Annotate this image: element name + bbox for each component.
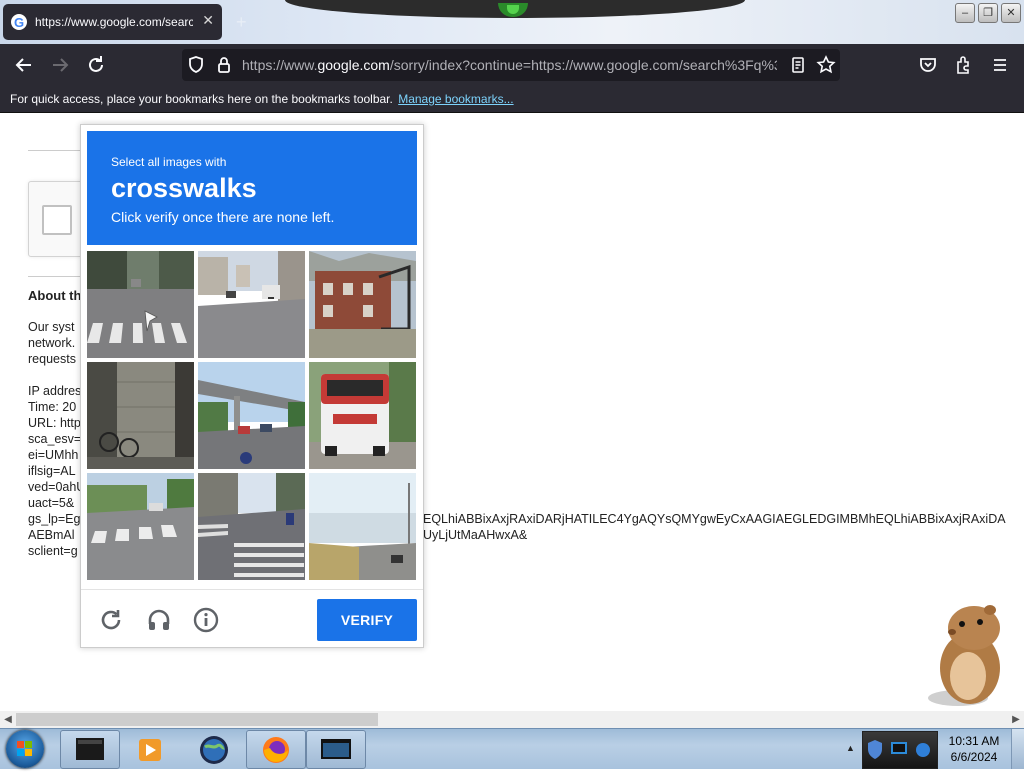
detail-line-9: AEBmAl bbox=[28, 528, 75, 542]
bookmarks-hint: For quick access, place your bookmarks h… bbox=[10, 92, 514, 106]
reload-challenge-icon[interactable] bbox=[97, 606, 125, 634]
street-traffic-tile[interactable] bbox=[198, 251, 305, 358]
detail-line-3: sca_esv= bbox=[28, 432, 82, 446]
new-tab-button[interactable]: + bbox=[236, 12, 247, 33]
detail-line-4: ei=UMhh bbox=[28, 448, 79, 462]
show-desktop-button[interactable] bbox=[1011, 729, 1024, 769]
road-crosswalk-tile[interactable] bbox=[87, 473, 194, 580]
recaptcha-checkbox[interactable] bbox=[42, 205, 72, 235]
taskbar-clock[interactable]: 10:31 AM 6/6/2024 bbox=[938, 733, 1010, 765]
body-line-0: Our syst bbox=[28, 320, 75, 334]
red-house-tile[interactable] bbox=[309, 251, 416, 358]
bookmarks-hint-text: For quick access, place your bookmarks h… bbox=[10, 92, 393, 106]
scroll-left-icon[interactable]: ◀ bbox=[0, 711, 16, 728]
horizontal-scrollbar[interactable]: ◀ ▶ bbox=[0, 711, 1024, 728]
url-prefix: https://www. bbox=[242, 57, 318, 73]
hamburger-menu-icon[interactable] bbox=[988, 53, 1012, 77]
detail-line-8: gs_lp=Eg bbox=[28, 512, 81, 526]
street-crosswalk-tile[interactable] bbox=[87, 251, 194, 358]
verify-button[interactable]: VERIFY bbox=[317, 599, 417, 641]
browser-tab-bar: G https://www.google.com/search?q=... ✕ … bbox=[0, 0, 1024, 44]
request-details: IP addres Time: 20 URL: http sca_esv= ei=UMh… bbox=[28, 383, 85, 559]
red-bus-tile[interactable] bbox=[309, 362, 416, 469]
browser-tab-active[interactable]: G https://www.google.com/search?q=... ✕ bbox=[3, 4, 222, 40]
lock-icon[interactable] bbox=[212, 53, 236, 77]
clock-time: 10:31 AM bbox=[948, 734, 1000, 748]
navigation-toolbar: https://www.google.com/sorry/index?conti… bbox=[0, 44, 1024, 86]
detail-line-7: uact=5& bbox=[28, 496, 75, 510]
wall-bicycle-tile[interactable] bbox=[87, 362, 194, 469]
tab-close-icon[interactable]: ✕ bbox=[202, 12, 214, 29]
details-overflow-line-1: EQLhiABBixAxjRAxiDARjHATILEC4YgAQYsQMYgw… bbox=[423, 512, 1006, 526]
info-icon[interactable] bbox=[192, 606, 220, 634]
coastal-road-tile[interactable] bbox=[309, 473, 416, 580]
manage-bookmarks-link[interactable]: Manage bookmarks... bbox=[398, 92, 513, 106]
reader-view-icon[interactable] bbox=[786, 53, 810, 77]
extensions-icon[interactable] bbox=[952, 53, 976, 77]
start-button[interactable] bbox=[6, 730, 44, 768]
detail-line-6: ved=0ahU bbox=[28, 480, 86, 494]
recaptcha-challenge: Select all images with crosswalks Click … bbox=[80, 124, 424, 648]
challenge-header: Select all images with crosswalks Click … bbox=[87, 131, 417, 245]
restore-button[interactable]: ❐ bbox=[978, 3, 998, 23]
svg-text:G: G bbox=[14, 15, 24, 30]
image-grid bbox=[87, 251, 417, 581]
url-path: /sorry/index?continue=https://www.google… bbox=[389, 57, 777, 73]
url-text[interactable]: https://www.google.com/sorry/index?conti… bbox=[242, 57, 777, 73]
details-overflow-line-2: UyLjUtMaAHwxA& bbox=[423, 528, 528, 542]
scrollbar-thumb[interactable] bbox=[16, 713, 378, 726]
clock-date: 6/6/2024 bbox=[950, 750, 998, 764]
taskbar-firefox[interactable] bbox=[246, 730, 306, 769]
challenge-footer: VERIFY bbox=[81, 589, 423, 648]
bookmarks-toolbar: For quick access, place your bookmarks h… bbox=[0, 86, 1024, 113]
detail-line-5: iflsig=AL bbox=[28, 464, 76, 478]
taskbar-media-player[interactable] bbox=[120, 730, 180, 769]
detail-line-2: URL: http bbox=[28, 416, 81, 430]
bookmark-star-icon[interactable] bbox=[814, 53, 838, 77]
minimize-button[interactable]: – bbox=[955, 3, 975, 23]
detail-line-10: sclient=g bbox=[28, 544, 78, 558]
url-host: google.com bbox=[317, 57, 390, 73]
detail-line-0: IP addres bbox=[28, 384, 82, 398]
intersection-crosswalk-tile[interactable] bbox=[198, 473, 305, 580]
reload-icon[interactable] bbox=[84, 53, 108, 77]
challenge-instruction: Select all images with bbox=[111, 155, 227, 169]
about-heading: About th bbox=[28, 288, 82, 303]
tab-title: https://www.google.com/search?q=... bbox=[35, 15, 193, 29]
tray-expand-icon[interactable]: ▲ bbox=[846, 743, 855, 753]
overpass-road-tile[interactable] bbox=[198, 362, 305, 469]
body-paragraph: Our syst network. requests bbox=[28, 319, 76, 367]
challenge-keyword: crosswalks bbox=[111, 173, 257, 203]
taskbar-window-app[interactable] bbox=[306, 730, 366, 769]
hamster-mascot-icon bbox=[918, 602, 1010, 710]
audio-challenge-icon[interactable] bbox=[145, 606, 173, 634]
shield-icon[interactable] bbox=[184, 53, 208, 77]
window-controls: – ❐ ✕ bbox=[955, 3, 1021, 23]
back-arrow-icon[interactable] bbox=[12, 53, 36, 77]
security-shield-icon bbox=[868, 740, 882, 759]
taskbar-globe-app[interactable] bbox=[184, 730, 244, 769]
challenge-subtext: Click verify once there are none left. bbox=[111, 209, 335, 225]
forward-arrow-icon[interactable] bbox=[48, 53, 72, 77]
google-favicon-icon: G bbox=[11, 14, 27, 30]
body-line-2: requests bbox=[28, 352, 76, 366]
system-tray bbox=[862, 731, 938, 769]
scroll-right-icon[interactable]: ▶ bbox=[1008, 711, 1024, 728]
pocket-icon[interactable] bbox=[916, 53, 940, 77]
detail-line-1: Time: 20 bbox=[28, 400, 77, 414]
taskbar-terminal-app[interactable] bbox=[60, 730, 120, 769]
taskbar: ▲ 10:31 AM 6/6/2024 bbox=[0, 728, 1024, 769]
close-window-button[interactable]: ✕ bbox=[1001, 3, 1021, 23]
body-line-1: network. bbox=[28, 336, 76, 350]
url-bar[interactable]: https://www.google.com/sorry/index?conti… bbox=[182, 49, 840, 81]
